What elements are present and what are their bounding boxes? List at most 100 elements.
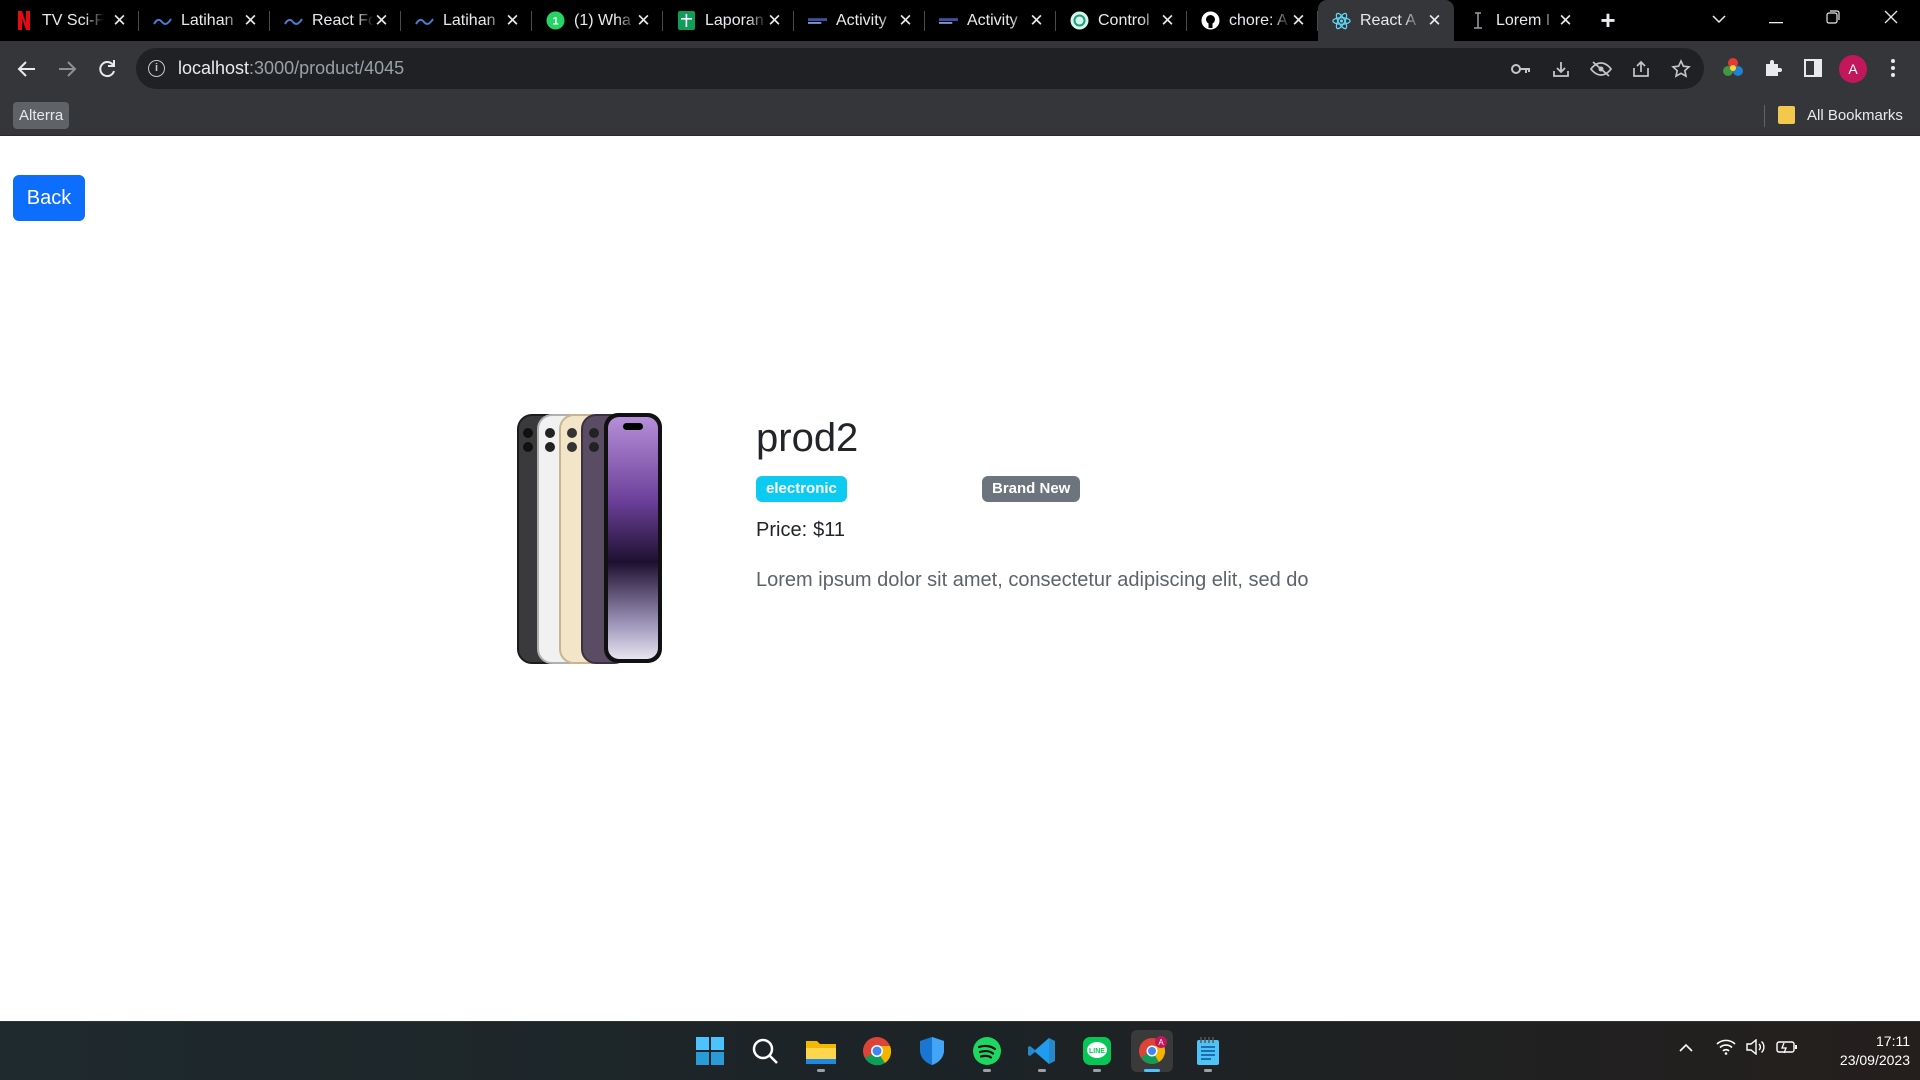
tab-activity-2[interactable]: Activity ✕ [925,0,1056,41]
close-icon[interactable]: ✕ [241,11,260,30]
tab-title: Laporan [705,12,764,29]
condition-badge: Brand New [982,476,1081,502]
volume-icon[interactable] [1746,1038,1766,1059]
battery-icon[interactable] [1776,1039,1798,1059]
tab-title: TV Sci-Fi [42,12,104,29]
tab-latihan-1[interactable]: Latihan ✕ [139,0,270,41]
file-explorer-icon[interactable] [800,1030,842,1072]
address-bar[interactable]: i localhost:3000/product/4045 [136,48,1704,89]
extensions-puzzle-icon[interactable] [1760,55,1786,81]
tab-strip: TV Sci-Fi ✕ Latihan ✕ React Fo ✕ Latihan… [0,0,1920,41]
product-title: prod2 [756,416,859,460]
minimize-icon[interactable] [1761,6,1791,34]
new-tab-button[interactable]: + [1596,7,1620,33]
alterra-icon [153,11,172,30]
category-badge: electronic [756,476,847,502]
all-bookmarks-link[interactable]: All Bookmarks [1807,106,1903,125]
tab-title: Control [1098,12,1150,29]
close-icon[interactable]: ✕ [765,11,784,30]
close-icon[interactable]: ✕ [1027,11,1046,30]
window-close-icon[interactable] [1876,6,1906,34]
product-image [516,411,664,665]
tab-title: Latihan [443,12,496,29]
chrome-icon[interactable] [856,1030,898,1072]
tab-react-fo[interactable]: React Fo ✕ [270,0,401,41]
activity-icon [939,11,958,30]
windows-taskbar: LINE A 17:11 23/09/2023 [0,1021,1920,1080]
url-text[interactable]: localhost:3000/product/4045 [178,58,404,79]
chrome-profile-icon[interactable]: A [1131,1030,1173,1072]
tab-netflix[interactable]: TV Sci-Fi ✕ [0,0,139,41]
activity-icon [808,11,827,30]
github-icon [1201,11,1220,30]
defender-icon[interactable] [911,1030,953,1072]
system-clock[interactable]: 17:11 23/09/2023 [1810,1032,1910,1070]
clock-time: 17:11 [1876,1033,1910,1049]
close-icon[interactable]: ✕ [1289,11,1308,30]
side-panel-icon[interactable] [1800,55,1826,81]
tab-title: Activity [967,12,1018,29]
close-icon[interactable]: ✕ [503,11,522,30]
tab-search-chevron-icon[interactable] [1704,6,1734,34]
sheets-icon [677,11,696,30]
tab-lorem[interactable]: Lorem I ✕ [1454,0,1585,41]
close-icon[interactable]: ✕ [896,11,915,30]
line-icon[interactable]: LINE [1076,1030,1118,1072]
tab-activity-1[interactable]: Activity ✕ [794,0,925,41]
close-icon[interactable]: ✕ [372,11,391,30]
back-arrow-icon[interactable] [13,55,41,83]
back-button[interactable]: Back [13,175,85,221]
tracking-blocked-eye-icon[interactable] [1590,58,1612,80]
install-app-icon[interactable] [1550,58,1572,80]
price-value: $11 [813,519,846,541]
react-icon [1332,11,1351,30]
svg-text:LINE: LINE [1089,1048,1105,1055]
reload-icon[interactable] [93,55,121,83]
restore-icon[interactable] [1818,6,1848,34]
tab-title: React A [1360,12,1417,29]
close-icon[interactable]: ✕ [1158,11,1177,30]
alterra-icon [284,11,303,30]
folder-icon [1778,106,1795,124]
product-description: Lorem ipsum dolor sit amet, consectetur … [756,569,1309,591]
password-key-icon[interactable] [1510,58,1532,80]
close-icon[interactable]: ✕ [1425,11,1444,30]
profile-avatar[interactable]: A [1839,55,1867,83]
whatsapp-icon: 1 [546,11,565,30]
tab-title: (1) Wha [574,12,631,29]
chatgpt-icon [1070,11,1089,30]
start-icon[interactable] [689,1030,731,1072]
tab-laporan[interactable]: Laporan ✕ [663,0,794,41]
close-icon[interactable]: ✕ [634,11,653,30]
bookmarks-bar: Alterra All Bookmarks [0,97,1920,136]
alterra-icon [415,11,434,30]
url-path: :3000/product/4045 [249,58,405,78]
bookmark-star-icon[interactable] [1670,58,1692,80]
tab-latihan-2[interactable]: Latihan ✕ [401,0,532,41]
site-info-icon[interactable]: i [148,60,165,77]
search-icon[interactable] [744,1030,786,1072]
bookmark-alterra[interactable]: Alterra [13,102,70,129]
tab-whatsapp[interactable]: 1 (1) Wha ✕ [532,0,663,41]
lorem-icon [1468,11,1487,30]
tab-control[interactable]: Control ✕ [1056,0,1187,41]
spotify-icon[interactable] [966,1030,1008,1072]
svg-text:1: 1 [552,16,558,28]
color-extension-icon[interactable] [1720,55,1746,81]
tab-title: Activity [836,12,887,29]
forward-arrow-icon[interactable] [53,55,81,83]
more-menu-icon[interactable] [1880,55,1906,81]
tab-github[interactable]: chore: A ✕ [1187,0,1318,41]
tab-react-app[interactable]: React A ✕ [1318,0,1454,41]
vscode-icon[interactable] [1021,1030,1063,1072]
close-icon[interactable]: ✕ [110,11,129,30]
page-content: Back prod2 electronic Brand New Price: $… [0,136,1920,1021]
notepad-icon[interactable] [1187,1030,1229,1072]
clock-date: 23/09/2023 [1839,1052,1910,1068]
close-icon[interactable]: ✕ [1556,11,1575,30]
price-label: Price: [756,519,808,541]
tab-title: chore: A [1229,12,1288,29]
wifi-icon[interactable] [1716,1039,1736,1059]
share-icon[interactable] [1630,58,1652,80]
tray-chevron-up-icon[interactable] [1678,1040,1694,1057]
